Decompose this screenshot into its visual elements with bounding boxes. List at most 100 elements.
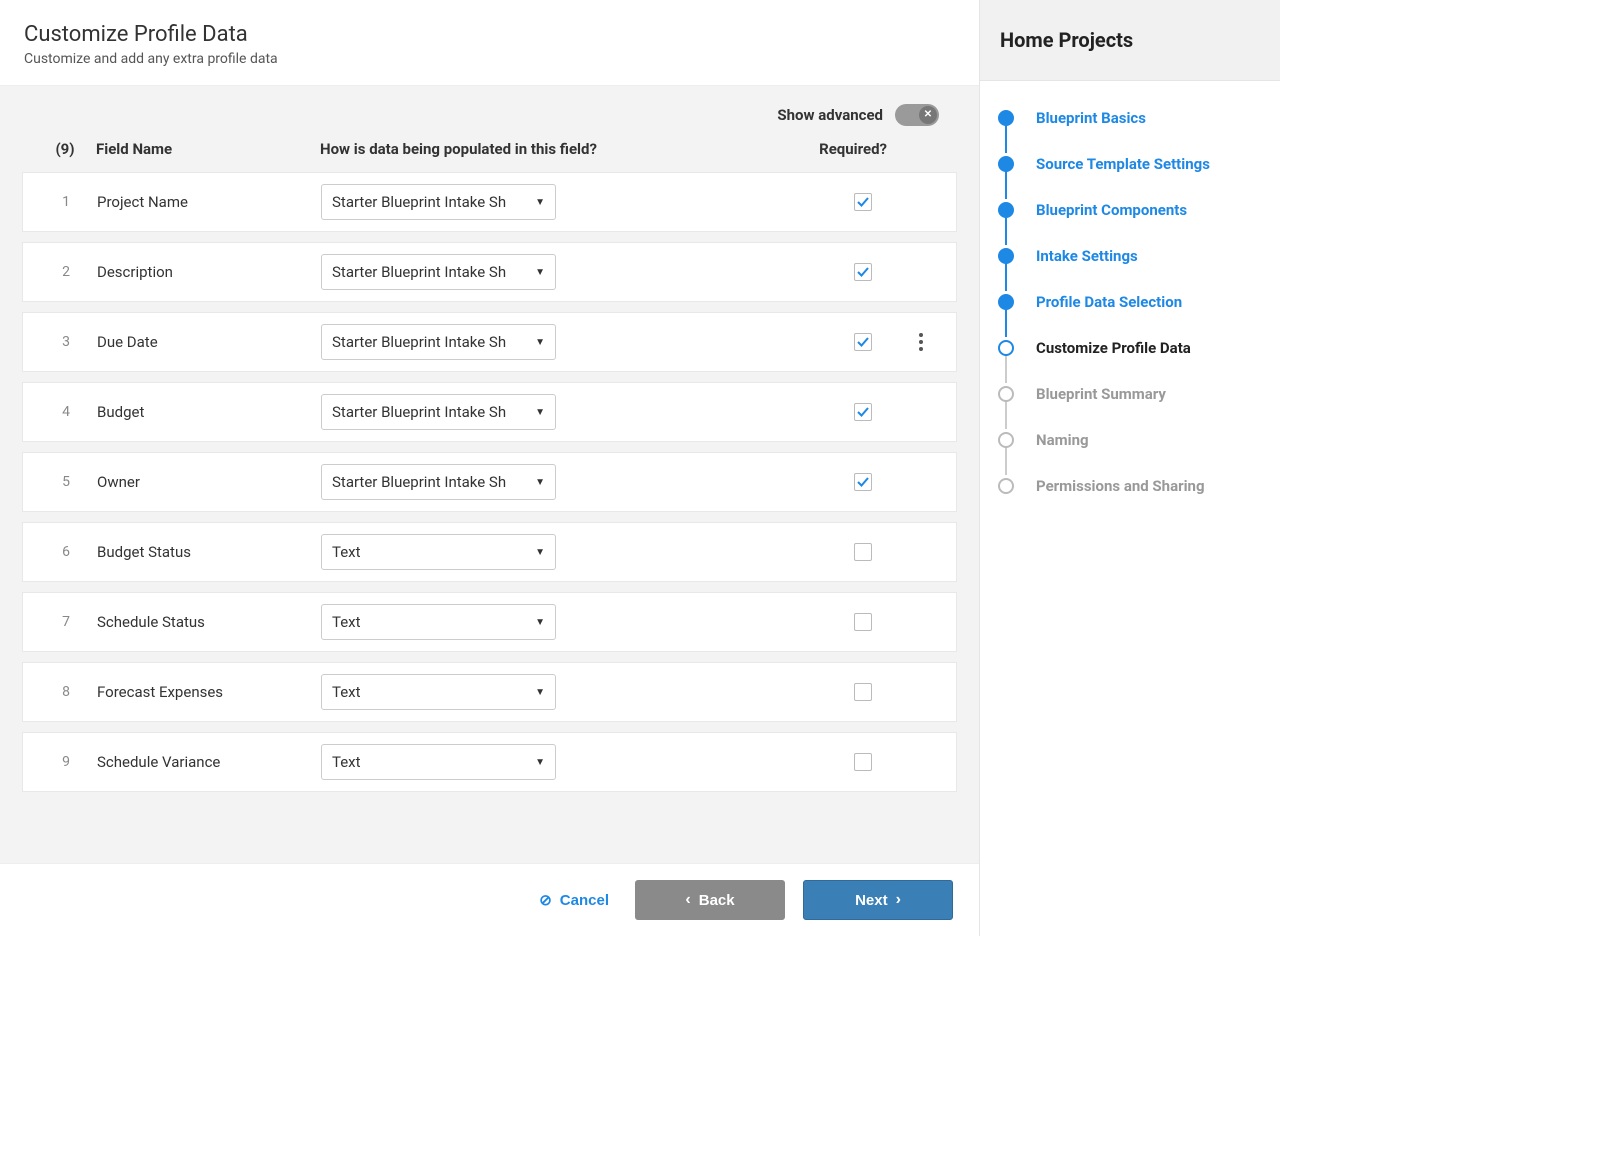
- source-dropdown[interactable]: Starter Blueprint Intake Sh▼: [321, 394, 556, 430]
- required-checkbox[interactable]: [854, 193, 872, 211]
- show-advanced-toggle[interactable]: ✕: [895, 104, 939, 126]
- row-kebab-menu[interactable]: [912, 333, 930, 351]
- wizard-step: Permissions and Sharing: [998, 477, 1262, 495]
- row-number: 3: [41, 334, 91, 350]
- col-populated: How is data being populated in this fiel…: [320, 140, 700, 158]
- wizard-step: Naming: [998, 431, 1262, 449]
- field-name: Owner: [91, 473, 321, 491]
- field-name: Schedule Variance: [91, 753, 321, 771]
- required-checkbox[interactable]: [854, 333, 872, 351]
- step-circle-icon: [998, 248, 1014, 264]
- content-scroll[interactable]: Show advanced ✕ (9) Field Name How is da…: [0, 86, 979, 863]
- required-checkbox[interactable]: [854, 753, 872, 771]
- main-panel: Customize Profile Data Customize and add…: [0, 0, 980, 936]
- row-number: 8: [41, 684, 91, 700]
- step-circle-icon: [998, 202, 1014, 218]
- field-rows: 1Project NameStarter Blueprint Intake Sh…: [0, 172, 979, 792]
- wizard-step[interactable]: Profile Data Selection: [998, 293, 1262, 311]
- source-dropdown[interactable]: Starter Blueprint Intake Sh▼: [321, 464, 556, 500]
- step-label: Permissions and Sharing: [1036, 477, 1205, 495]
- row-number: 5: [41, 474, 91, 490]
- field-name: Project Name: [91, 193, 321, 211]
- source-value: Starter Blueprint Intake Sh: [332, 473, 529, 491]
- step-label: Blueprint Components: [1036, 201, 1187, 219]
- required-checkbox[interactable]: [854, 263, 872, 281]
- required-cell: [701, 543, 938, 561]
- source-dropdown[interactable]: Starter Blueprint Intake Sh▼: [321, 184, 556, 220]
- step-connector: [1005, 447, 1007, 475]
- step-connector: [1005, 401, 1007, 429]
- step-label: Intake Settings: [1036, 247, 1138, 265]
- wizard-step[interactable]: Source Template Settings: [998, 155, 1262, 173]
- field-row: 9Schedule VarianceText▼: [22, 732, 957, 792]
- field-source-cell: Text▼: [321, 674, 701, 710]
- required-checkbox[interactable]: [854, 543, 872, 561]
- row-number: 1: [41, 194, 91, 210]
- close-icon: ✕: [924, 110, 932, 120]
- required-cell: [701, 263, 938, 281]
- step-circle-icon: [998, 156, 1014, 172]
- next-button[interactable]: Next ›: [803, 880, 953, 920]
- step-circle-icon: [998, 432, 1014, 448]
- required-cell: [701, 403, 938, 421]
- step-circle-icon: [998, 340, 1014, 356]
- step-list: Blueprint Basics Source Template Settings…: [980, 81, 1280, 551]
- field-row: 8Forecast ExpensesText▼: [22, 662, 957, 722]
- chevron-right-icon: ›: [896, 891, 901, 909]
- page-header: Customize Profile Data Customize and add…: [0, 0, 979, 86]
- back-button[interactable]: ‹ Back: [635, 880, 785, 920]
- chevron-down-icon: ▼: [535, 407, 545, 418]
- source-value: Starter Blueprint Intake Sh: [332, 263, 529, 281]
- required-checkbox[interactable]: [854, 473, 872, 491]
- toolbar: Show advanced ✕: [0, 86, 979, 136]
- wizard-step[interactable]: Intake Settings: [998, 247, 1262, 265]
- cancel-icon: ⊘: [539, 891, 552, 909]
- source-dropdown[interactable]: Starter Blueprint Intake Sh▼: [321, 324, 556, 360]
- step-circle-icon: [998, 294, 1014, 310]
- cancel-button[interactable]: ⊘ Cancel: [531, 880, 617, 920]
- required-cell: [701, 753, 938, 771]
- source-dropdown[interactable]: Text▼: [321, 744, 556, 780]
- field-source-cell: Starter Blueprint Intake Sh▼: [321, 184, 701, 220]
- next-label: Next: [855, 892, 888, 909]
- sidebar-header: Home Projects: [980, 0, 1280, 81]
- row-number: 9: [41, 754, 91, 770]
- wizard-step[interactable]: Blueprint Components: [998, 201, 1262, 219]
- page-subtitle: Customize and add any extra profile data: [24, 51, 959, 67]
- field-source-cell: Starter Blueprint Intake Sh▼: [321, 464, 701, 500]
- step-label: Blueprint Summary: [1036, 385, 1166, 403]
- wizard-step[interactable]: Blueprint Basics: [998, 109, 1262, 127]
- step-label: Blueprint Basics: [1036, 109, 1146, 127]
- source-dropdown[interactable]: Text▼: [321, 674, 556, 710]
- field-name: Description: [91, 263, 321, 281]
- required-checkbox[interactable]: [854, 683, 872, 701]
- required-cell: [701, 683, 938, 701]
- source-dropdown[interactable]: Text▼: [321, 534, 556, 570]
- source-dropdown[interactable]: Text▼: [321, 604, 556, 640]
- row-number: 2: [41, 264, 91, 280]
- back-label: Back: [699, 892, 735, 909]
- field-row: 4BudgetStarter Blueprint Intake Sh▼: [22, 382, 957, 442]
- field-row: 1Project NameStarter Blueprint Intake Sh…: [22, 172, 957, 232]
- source-dropdown[interactable]: Starter Blueprint Intake Sh▼: [321, 254, 556, 290]
- required-cell: [701, 333, 938, 351]
- col-count: (9): [40, 140, 90, 158]
- field-row: 7Schedule StatusText▼: [22, 592, 957, 652]
- step-connector: [1005, 355, 1007, 383]
- chevron-down-icon: ▼: [535, 547, 545, 558]
- step-label: Customize Profile Data: [1036, 339, 1191, 357]
- required-checkbox[interactable]: [854, 613, 872, 631]
- field-source-cell: Text▼: [321, 604, 701, 640]
- toggle-knob: ✕: [919, 106, 937, 124]
- column-headers: (9) Field Name How is data being populat…: [0, 136, 979, 172]
- field-name: Schedule Status: [91, 613, 321, 631]
- source-value: Text: [332, 683, 529, 701]
- col-required: Required?: [700, 140, 939, 158]
- col-field-name: Field Name: [90, 140, 320, 158]
- required-checkbox[interactable]: [854, 403, 872, 421]
- field-source-cell: Text▼: [321, 744, 701, 780]
- wizard-step: Customize Profile Data: [998, 339, 1262, 357]
- source-value: Starter Blueprint Intake Sh: [332, 193, 529, 211]
- step-connector: [1005, 263, 1007, 291]
- field-source-cell: Starter Blueprint Intake Sh▼: [321, 394, 701, 430]
